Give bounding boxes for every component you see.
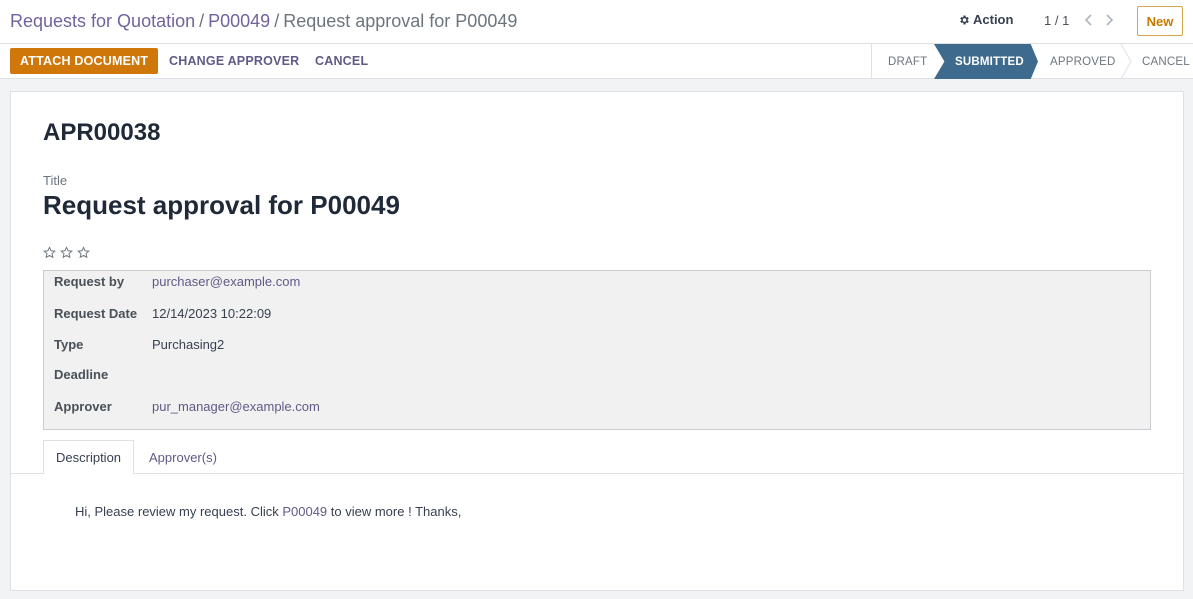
request-date-value[interactable]: 12/14/2023 10:22:09 — [152, 306, 271, 324]
field-approver: Approver pur_manager@example.com — [54, 399, 320, 417]
approver-link[interactable]: pur_manager@example.com — [152, 399, 320, 417]
field-label: Approver — [54, 399, 112, 414]
field-request-date: Request Date 12/14/2023 10:22:09 — [54, 306, 271, 324]
breadcrumb: Requests for Quotation / P00049/Request ap… — [10, 10, 517, 32]
request-info-box: Request by purchaser@example.com Request… — [43, 270, 1151, 430]
stage-pipeline: DRAFT SUBMITTED APPROVED CANCEL — [871, 44, 1193, 79]
stage-draft[interactable]: DRAFT — [888, 44, 927, 79]
tab-description[interactable]: Description — [43, 440, 135, 475]
chevron-right-icon — [1105, 14, 1113, 26]
new-button[interactable]: New — [1137, 6, 1183, 36]
action-menu-button[interactable]: Action — [958, 12, 1013, 27]
title-field[interactable]: Request approval for P00049 — [43, 190, 400, 221]
field-deadline: Deadline — [54, 367, 152, 385]
description-po-link[interactable]: P00049 — [282, 504, 327, 519]
pager-value[interactable]: 1 / 1 — [1044, 13, 1069, 28]
record-reference: APR00038 — [43, 119, 161, 146]
status-bar: ATTACH DOCUMENT CHANGE APPROVER CANCEL D… — [0, 44, 1193, 79]
star-icon[interactable] — [60, 246, 73, 259]
field-request-by: Request by purchaser@example.com — [54, 274, 300, 292]
stage-approved[interactable]: APPROVED — [1050, 44, 1116, 79]
breadcrumb-current: Request approval for P00049 — [283, 11, 518, 31]
control-panel: Requests for Quotation / P00049/Request ap… — [0, 0, 1193, 44]
field-label: Type — [54, 337, 84, 352]
description-text-before: Hi, Please review my request. Click — [75, 504, 283, 519]
change-approver-button[interactable]: CHANGE APPROVER — [169, 48, 299, 74]
priority-widget — [43, 246, 90, 259]
breadcrumb-item-po[interactable]: P00049 — [208, 11, 270, 31]
attach-document-button[interactable]: ATTACH DOCUMENT — [10, 48, 159, 74]
star-icon[interactable] — [77, 246, 90, 259]
description-text: Hi, Please review my request. Click P000… — [75, 504, 461, 519]
stage-submitted[interactable]: SUBMITTED — [934, 44, 1038, 79]
field-type: Type Purchasing2 — [54, 337, 224, 355]
description-text-after: to view more ! Thanks, — [327, 504, 462, 519]
notebook-tabs: Description Approver(s) — [11, 440, 1183, 475]
action-label: Action — [973, 12, 1014, 27]
field-label: Deadline — [54, 367, 109, 382]
cancel-button[interactable]: CANCEL — [315, 48, 368, 74]
chevron-left-icon — [1084, 14, 1092, 26]
form-sheet: APR00038 Title Request approval for P000… — [10, 91, 1184, 591]
field-label: Request Date — [54, 306, 138, 321]
pager-previous-button[interactable] — [1081, 11, 1095, 29]
breadcrumb-item-rfq[interactable]: Requests for Quotation — [10, 11, 195, 31]
field-label: Request by — [54, 274, 125, 289]
star-icon[interactable] — [43, 246, 56, 259]
title-label: Title — [43, 173, 68, 188]
request-by-link[interactable]: purchaser@example.com — [152, 274, 300, 292]
type-value[interactable]: Purchasing2 — [152, 337, 224, 355]
tab-approvers[interactable]: Approver(s) — [137, 440, 229, 474]
breadcrumb-separator: / — [199, 11, 205, 31]
pager-next-button[interactable] — [1102, 11, 1116, 29]
stage-cancel[interactable]: CANCEL — [1142, 44, 1190, 79]
stage-separator — [1120, 44, 1132, 79]
breadcrumb-separator: / — [274, 11, 280, 31]
gear-icon — [960, 15, 969, 24]
